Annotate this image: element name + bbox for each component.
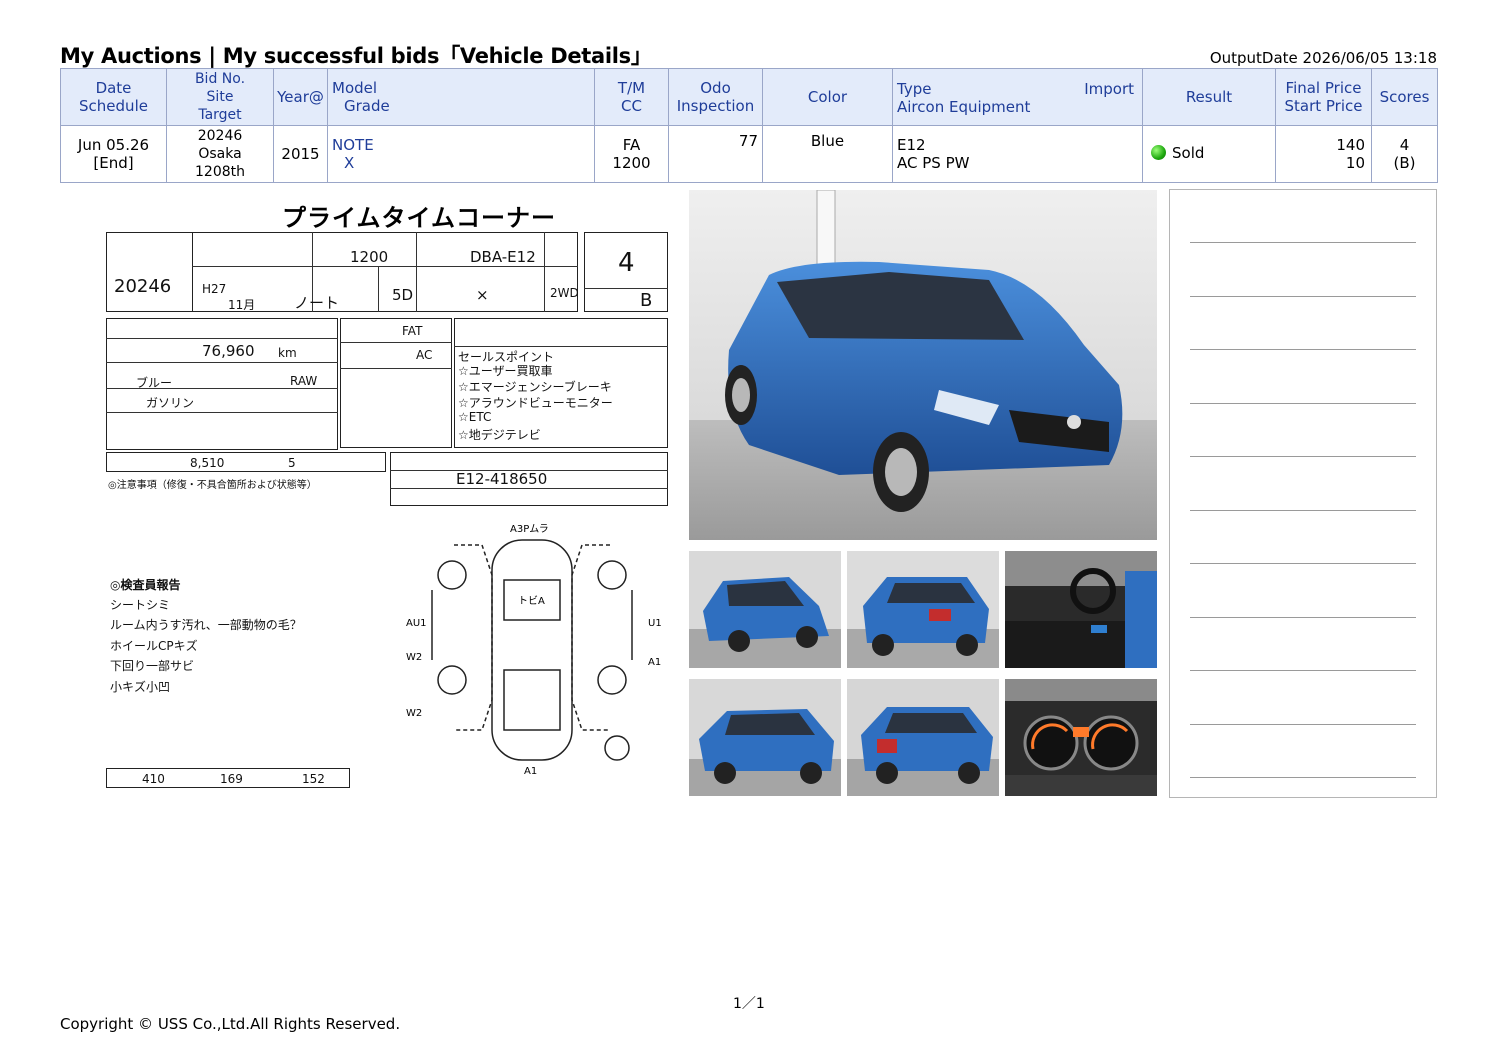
col-scores: Scores xyxy=(1371,68,1438,126)
diagram-label: W2 xyxy=(406,652,422,663)
model-code: DBA-E12 xyxy=(470,248,536,266)
thumb-photo[interactable] xyxy=(1005,679,1157,796)
dim-height: 152 xyxy=(302,772,325,786)
status-text: Sold xyxy=(1172,143,1205,162)
cell-odo: 77 xyxy=(668,125,763,183)
diagram-label: A1 xyxy=(524,766,537,777)
model-name-jp: ノート xyxy=(294,294,340,312)
col-result: Result xyxy=(1142,68,1276,126)
page-number: 1／1 xyxy=(733,996,765,1012)
cell-price: 140 10 xyxy=(1275,125,1372,183)
lot-number: 20246 xyxy=(114,276,172,297)
output-date: OutputDate 2026/06/05 13:18 xyxy=(1209,49,1437,67)
table-row: Jun 05.26 [End] 20246 Osaka 1208th 2015 NOT… xyxy=(60,125,1438,183)
vehicle-table: Date Schedule Bid No. Site Target Year@ Mod… xyxy=(60,68,1438,183)
color-code: RAW xyxy=(290,374,318,388)
diagram-label: A1 xyxy=(648,657,661,668)
diagram-label: W2 xyxy=(406,708,422,719)
status-dot-icon xyxy=(1151,145,1166,161)
copyright: Copyright © USS Co.,Ltd.All Rights Reser… xyxy=(60,1015,401,1033)
car-damage-diagram: A3Pムラ トビA AU1 W2 W2 U1 A1 A1 xyxy=(406,523,662,777)
thumb-photo[interactable] xyxy=(847,551,999,668)
mileage-unit: km xyxy=(278,346,297,360)
cell-score: 4 (B) xyxy=(1371,125,1438,183)
drive: 2WD xyxy=(550,286,579,300)
report-label: ◎検査員報告 xyxy=(110,578,181,592)
mileage: 76,960 xyxy=(202,342,255,360)
table-header-row: Date Schedule Bid No. Site Target Year@ Mod… xyxy=(60,68,1438,126)
diagram-label: トビA xyxy=(518,595,545,607)
report-item: ルーム内うす汚れ、一部動物の毛？ xyxy=(110,618,302,632)
col-odo: Odo Inspection xyxy=(668,68,763,126)
aircon: AC xyxy=(416,348,433,362)
recycle-fee: 8,510 xyxy=(190,456,225,470)
shift: FAT xyxy=(402,324,423,338)
report-item: シートシミ xyxy=(110,598,171,612)
notes-label: ◎注意事項（修復・不具合箇所および状態等） xyxy=(108,480,317,491)
thumb-photo[interactable] xyxy=(689,551,841,668)
lot-box xyxy=(106,232,192,312)
auction-sheet[interactable]: プライムタイムコーナー 20246 1200 DBA-E12 H27 11月 ノ… xyxy=(72,190,678,797)
chassis-no: E12-418650 xyxy=(456,470,548,488)
dim-length: 410 xyxy=(142,772,165,786)
capacity: 5 xyxy=(288,456,296,470)
recycle-row xyxy=(106,452,386,472)
cell-model[interactable]: NOTE X xyxy=(327,125,595,183)
cell-result: Sold xyxy=(1142,125,1276,183)
col-price: Final Price Start Price xyxy=(1275,68,1372,126)
fuel: ガソリン xyxy=(146,396,195,410)
diagram-label: AU1 xyxy=(406,618,427,629)
color-jp: ブルー xyxy=(136,376,173,390)
displacement: 1200 xyxy=(350,248,389,266)
dim-width: 169 xyxy=(220,772,243,786)
page-title: My Auctions | My successful bids「Vehicle… xyxy=(60,44,652,68)
diagram-label: U1 xyxy=(648,618,662,629)
sheet-score: 4 xyxy=(618,248,635,278)
thumb-photo[interactable] xyxy=(847,679,999,796)
col-date: Date Schedule xyxy=(60,68,167,126)
report-item: 小キズ小凹 xyxy=(110,680,171,694)
main-vehicle-photo[interactable] xyxy=(689,190,1157,540)
reg-month: 11月 xyxy=(228,298,256,312)
sale-point: ☆エマージェンシーブレーキ xyxy=(458,380,612,394)
cell-date: Jun 05.26 [End] xyxy=(60,125,167,183)
reg-year: H27 xyxy=(202,282,227,296)
report-item: 下回り一部サビ xyxy=(110,659,195,673)
col-color: Color xyxy=(762,68,893,126)
col-type: Type Aircon Equipment Import xyxy=(892,68,1143,126)
model-link: NOTE xyxy=(332,136,374,154)
shift-grid xyxy=(340,318,452,448)
sheet-title: プライムタイムコーナー xyxy=(282,204,557,232)
thumb-photo[interactable] xyxy=(1005,551,1157,668)
thumb-photo[interactable] xyxy=(689,679,841,796)
notes-panel[interactable] xyxy=(1169,189,1437,798)
sale-point: ☆アラウンドビューモニター xyxy=(458,396,613,410)
col-tm: T/M CC xyxy=(594,68,669,126)
sale-point: ☆ユーザー買取車 xyxy=(458,364,553,378)
col-model: Model Grade xyxy=(327,68,595,126)
cell-type: E12 AC PS PW xyxy=(892,125,1143,183)
report-item: ホイールCPキズ xyxy=(110,639,198,653)
col-year: Year@ xyxy=(273,68,328,126)
diagram-label: A3Pムラ xyxy=(510,523,549,535)
col-import: Import xyxy=(1084,80,1134,98)
interior-score: B xyxy=(640,290,653,311)
cell-bid: 20246 Osaka 1208th xyxy=(166,125,274,183)
sale-point: ☆ETC xyxy=(458,410,492,424)
sheet-grade: × xyxy=(476,286,489,304)
cell-tm: FA 1200 xyxy=(594,125,669,183)
cell-color: Blue xyxy=(762,125,893,183)
col-bid: Bid No. Site Target xyxy=(166,68,274,126)
doors: 5D xyxy=(392,286,414,304)
cell-year: 2015 xyxy=(273,125,328,183)
grade-link: X xyxy=(344,154,355,172)
sale-point: ☆地デジテレビ xyxy=(458,428,541,442)
